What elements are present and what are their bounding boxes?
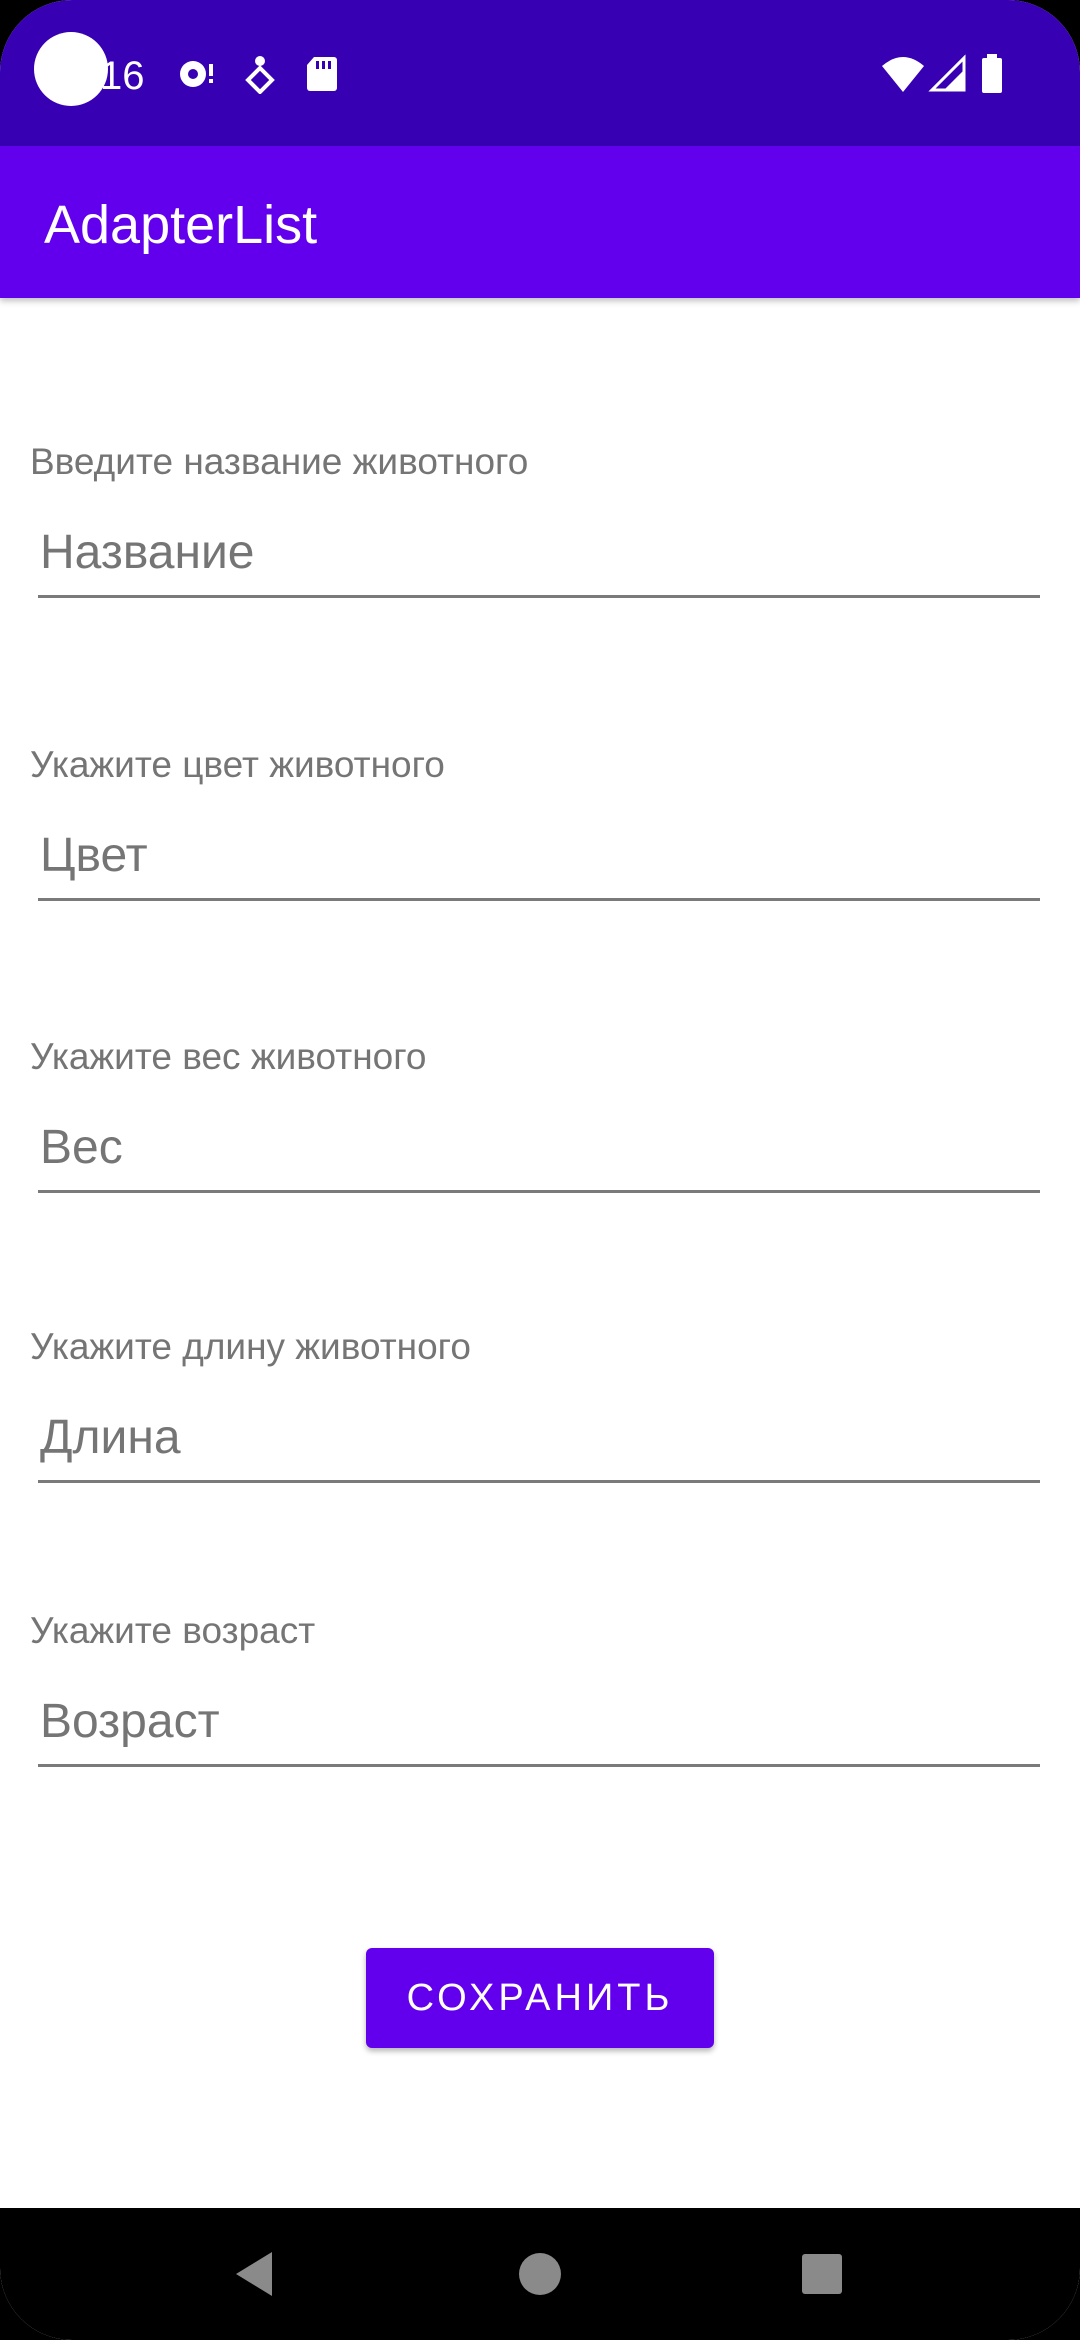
status-time: 16 (100, 54, 145, 98)
color-label: Укажите цвет животного (30, 744, 445, 785)
age-input[interactable] (38, 1687, 1040, 1767)
weight-input[interactable] (38, 1113, 1040, 1193)
back-icon[interactable] (228, 2246, 284, 2302)
sd-card-icon (302, 54, 342, 94)
age-label: Укажите возраст (30, 1610, 316, 1651)
name-input[interactable] (38, 518, 1040, 598)
navigation-bar (0, 2208, 1080, 2340)
save-button[interactable]: СОХРАНИТЬ (366, 1948, 714, 2048)
wifi-icon (880, 54, 926, 94)
app-title: AdapterList (44, 195, 318, 255)
battery-icon (980, 54, 1004, 94)
name-label: Введите название животного (30, 441, 529, 482)
weight-label: Укажите вес животного (30, 1036, 427, 1077)
app-bar: AdapterList (0, 146, 1080, 298)
color-input[interactable] (38, 821, 1040, 901)
recents-icon[interactable] (794, 2246, 850, 2302)
camera-punch-hole (34, 32, 108, 106)
podcast-icon (176, 54, 216, 94)
length-input[interactable] (38, 1403, 1040, 1483)
status-bar: 16 (0, 0, 1080, 146)
accessibility-icon (240, 54, 280, 94)
home-icon[interactable] (512, 2246, 568, 2302)
signal-icon (928, 54, 968, 94)
length-label: Укажите длину животного (30, 1326, 471, 1367)
phone-screen: 16 AdapterList Введите название животног… (0, 0, 1080, 2340)
